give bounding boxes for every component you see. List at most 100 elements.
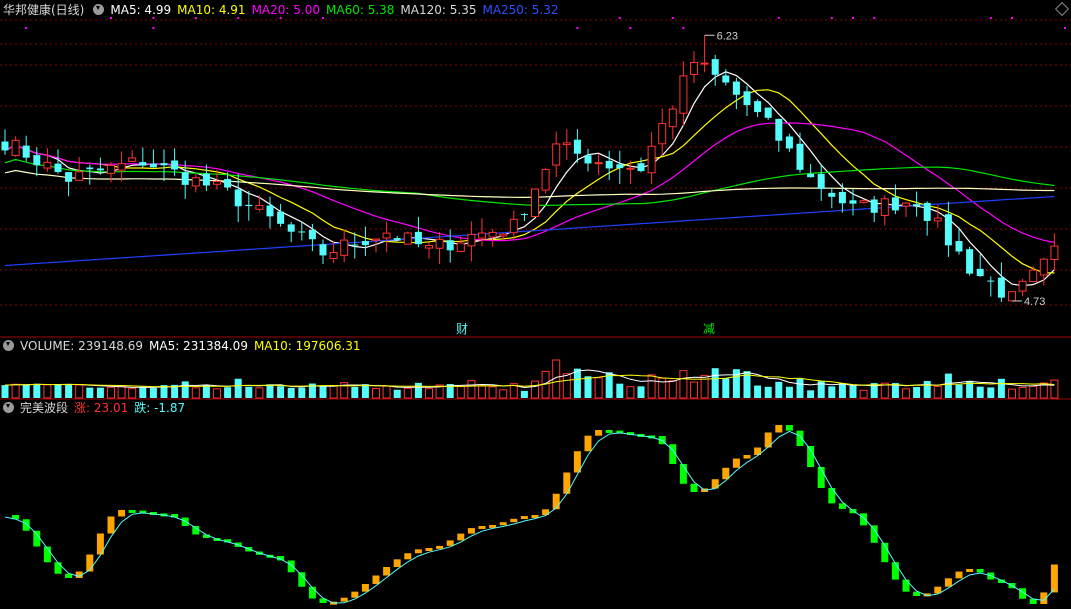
candle-body-up — [594, 162, 603, 165]
candle-body-down — [86, 167, 94, 170]
candle-body-down — [266, 205, 274, 217]
signal-dot — [671, 17, 674, 19]
candle-body-up — [478, 232, 486, 239]
signal-dot — [989, 17, 992, 19]
volume-toggle-icon[interactable] — [3, 340, 14, 351]
candle-body-up — [43, 161, 52, 169]
wave-bar-down — [33, 530, 41, 547]
volume-bar-up — [75, 384, 84, 399]
volume-bar-down — [520, 390, 528, 398]
volume-bar-down — [65, 383, 73, 398]
volume-bar-down — [1, 385, 9, 398]
candle-body-down — [446, 240, 454, 251]
candle-body-up — [382, 232, 391, 239]
candle-body-up — [75, 171, 84, 181]
volume-bar-down — [711, 368, 719, 398]
volume-bar-up — [647, 374, 656, 399]
wave-bar-down — [828, 488, 836, 504]
volume-bar-down — [393, 389, 401, 398]
wave-bar-down — [54, 562, 62, 574]
candle-body-down — [22, 145, 30, 158]
candle-body-up — [531, 188, 539, 217]
price-header: 华邦健康(日线) MA5: 4.99 MA10: 4.91 MA20: 5.00 MA6… — [0, 1, 565, 19]
wave-bar-up — [595, 430, 603, 436]
candle-body-down — [944, 214, 952, 246]
wave-bar-up — [520, 516, 528, 520]
volume-bar-down — [987, 387, 995, 398]
candle-body-down — [849, 200, 857, 204]
candle-body-up — [668, 108, 677, 128]
wave-bar-up — [467, 528, 475, 534]
volume-bar-down — [775, 381, 783, 398]
candle-body-down — [308, 229, 316, 240]
volume-bar-up — [933, 385, 942, 399]
volume-bar-up — [1029, 385, 1038, 399]
volume-bar-down — [319, 386, 327, 398]
volume-ma10-line — [4, 374, 1055, 388]
volume-bar-down — [849, 385, 857, 398]
volume-bar-down — [298, 387, 306, 398]
volume-bar-down — [955, 384, 963, 398]
indicator-toggle-icon[interactable] — [93, 4, 105, 15]
candle-body-up — [467, 233, 476, 247]
candle-body-down — [722, 75, 730, 83]
candle-body-down — [1, 141, 9, 151]
volume-bar-up — [594, 377, 603, 399]
volume-bar-down — [86, 387, 94, 398]
candle-body-up — [340, 239, 349, 256]
wave-bar-up — [732, 458, 740, 468]
stock-chart-canvas[interactable]: 6.23 4.73 财 减 — [0, 0, 1071, 609]
wave-bar-down — [679, 464, 687, 484]
volume-bar-down — [807, 390, 815, 398]
volume-bar-down — [351, 386, 359, 398]
candle-body-up — [329, 252, 338, 260]
volume-bar-up — [668, 380, 677, 399]
volume-bar-up — [382, 385, 391, 399]
volume-bar-down — [266, 384, 274, 398]
candle-body-up — [435, 238, 444, 249]
volume-bar-down — [234, 378, 242, 398]
candle-body-down — [361, 241, 369, 246]
candle-body-up — [488, 231, 497, 238]
wave-toggle-icon[interactable] — [3, 402, 14, 413]
candle-body-up — [679, 75, 688, 114]
candle-body-down — [923, 202, 931, 221]
candle-body-down — [520, 214, 528, 216]
candle-body-down — [202, 173, 210, 186]
volume-bar-up — [478, 385, 486, 399]
candle-body-down — [997, 277, 1005, 298]
candle-body-up — [128, 157, 137, 162]
candle-body-down — [234, 189, 242, 207]
marker-jian: 减 — [703, 322, 715, 336]
candle-body-down — [287, 224, 295, 232]
ma120-value: MA120: 5.35 — [400, 3, 477, 17]
wave-bar-up — [425, 548, 433, 551]
wave-bar-up — [743, 455, 751, 459]
candle-body-down — [277, 211, 285, 224]
candle-body-down — [817, 173, 825, 189]
candle-body-up — [933, 217, 942, 222]
candle-body-down — [807, 173, 815, 178]
candle-body-up — [191, 177, 200, 187]
volume-bar-up — [562, 373, 571, 399]
signal-dot — [152, 27, 155, 29]
marker-cai: 财 — [456, 322, 468, 336]
volume-bar-down — [22, 384, 30, 398]
wave-bar-down — [976, 569, 984, 573]
wave-bar-up — [499, 522, 507, 526]
candle-body-down — [160, 163, 168, 166]
candle-body-up — [859, 200, 868, 204]
wave-bar-up — [361, 583, 369, 592]
candle-body-down — [298, 231, 306, 233]
candle-body-down — [976, 268, 984, 277]
volume-value: VOLUME: 239148.69 — [20, 339, 143, 353]
volume-bar-up — [1050, 379, 1059, 399]
candle-body-up — [1018, 280, 1027, 292]
candle-body-down — [838, 191, 846, 204]
candle-body-down — [987, 280, 995, 282]
wave-bar-up — [552, 493, 560, 510]
wave-bar-down — [22, 519, 30, 531]
volume-bar-up — [425, 388, 433, 399]
wave-bar-up — [457, 533, 465, 541]
wave-bar-up — [1050, 564, 1058, 593]
